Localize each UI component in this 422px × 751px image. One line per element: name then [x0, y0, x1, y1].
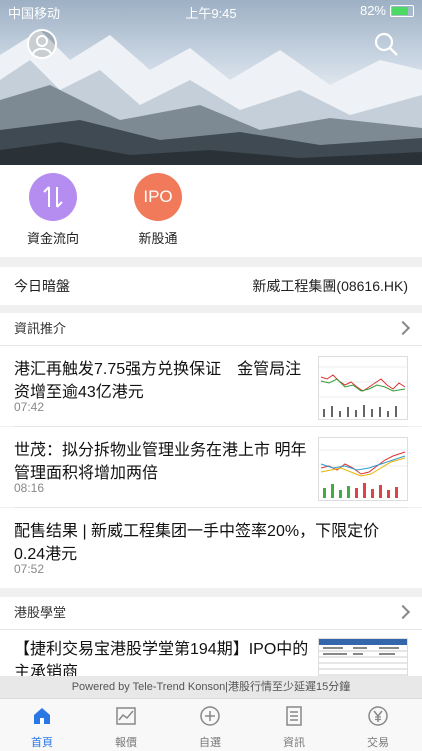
capital-flow-label: 資金流向	[26, 231, 79, 246]
chevron-right-icon	[395, 604, 411, 620]
home-icon	[34, 708, 50, 724]
tab-trade[interactable]: 交易	[336, 703, 420, 750]
tab-label: 報價	[115, 737, 137, 749]
tab-quotes[interactable]: 報價	[84, 703, 168, 750]
header-banner: 中国移动 上午9:45 82%	[0, 0, 422, 165]
news-time: 07:42	[14, 400, 45, 414]
tab-label: 自選	[199, 737, 221, 749]
data-disclaimer: Powered by Tele-Trend Konson|港股行情至少延遲15分…	[0, 676, 422, 698]
news-section-title: 資訊推介	[14, 321, 67, 336]
user-icon	[27, 29, 57, 59]
mountain-illustration	[0, 30, 422, 165]
school-section-title: 港股學堂	[14, 605, 67, 620]
chart-thumbnail	[319, 449, 407, 498]
tab-label: 交易	[367, 737, 389, 749]
search-icon	[374, 32, 398, 56]
battery-icon	[390, 5, 414, 17]
news-thumbnail	[318, 437, 408, 501]
news-time: 08:16	[14, 481, 45, 495]
chevron-right-icon	[395, 320, 411, 336]
ipo-icon: IPO	[134, 173, 182, 221]
news-time: 07:52	[14, 562, 45, 576]
yen-icon	[368, 706, 388, 726]
news-title: 世茂：拟分拆物业管理业务在港上市 明年管理面积将增加两倍	[14, 442, 307, 482]
dark-market-stock[interactable]: 新威工程集團(08616.HK)	[252, 267, 408, 305]
up-down-arrows-icon	[43, 186, 63, 208]
profile-button[interactable]	[26, 28, 58, 60]
dark-market-label: 今日暗盤	[14, 278, 70, 294]
news-item[interactable]: 世茂：拟分拆物业管理业务在港上市 明年管理面积将增加两倍 08:16	[0, 427, 422, 507]
news-item[interactable]: 【捷利交易宝港股学堂第194期】IPO中的主承销商	[0, 630, 422, 676]
capital-flow-circle	[29, 173, 77, 221]
plus-circle-icon	[200, 706, 220, 726]
capital-flow-button[interactable]: 資金流向	[18, 173, 88, 247]
status-time: 上午9:45	[185, 6, 237, 21]
school-section-header[interactable]: 港股學堂	[0, 597, 422, 630]
document-icon	[286, 706, 302, 726]
status-bar: 中国移动 上午9:45 82%	[0, 0, 422, 22]
news-thumbnail	[318, 638, 408, 676]
ipo-label: 新股通	[138, 231, 178, 246]
chart-thumbnail	[319, 366, 407, 417]
dark-market-row[interactable]: 今日暗盤 新威工程集團(08616.HK)	[0, 267, 422, 305]
news-title: 港汇再触发7.75强方兑换保证 金管局注资增至逾43亿港元	[14, 361, 302, 401]
tab-watchlist[interactable]: 自選	[168, 703, 252, 750]
news-section-header[interactable]: 資訊推介	[0, 313, 422, 346]
search-button[interactable]	[370, 28, 402, 60]
tab-label: 首頁	[31, 737, 53, 749]
news-item[interactable]: 港汇再触发7.75强方兑换保证 金管局注资增至逾43亿港元 07:42	[0, 346, 422, 426]
tab-bar: 首頁 報價 自選 資訊 交易	[0, 698, 422, 751]
tab-home[interactable]: 首頁	[0, 703, 84, 750]
news-title: 配售结果 | 新威工程集团一手中签率20%，下限定价0.24港元	[14, 523, 380, 563]
quick-actions: 資金流向 IPO 新股通	[0, 165, 422, 257]
table-thumbnail	[319, 639, 407, 676]
news-thumbnail	[318, 356, 408, 420]
battery-percent: 82%	[359, 3, 386, 18]
news-item[interactable]: 配售结果 | 新威工程集团一手中签率20%，下限定价0.24港元 07:52	[0, 508, 422, 588]
chart-icon	[116, 707, 136, 725]
news-title: 【捷利交易宝港股学堂第194期】IPO中的主承销商	[14, 641, 309, 676]
tab-news[interactable]: 資訊	[252, 703, 336, 750]
tab-label: 資訊	[283, 737, 305, 749]
ipo-button[interactable]: IPO 新股通	[123, 173, 193, 247]
